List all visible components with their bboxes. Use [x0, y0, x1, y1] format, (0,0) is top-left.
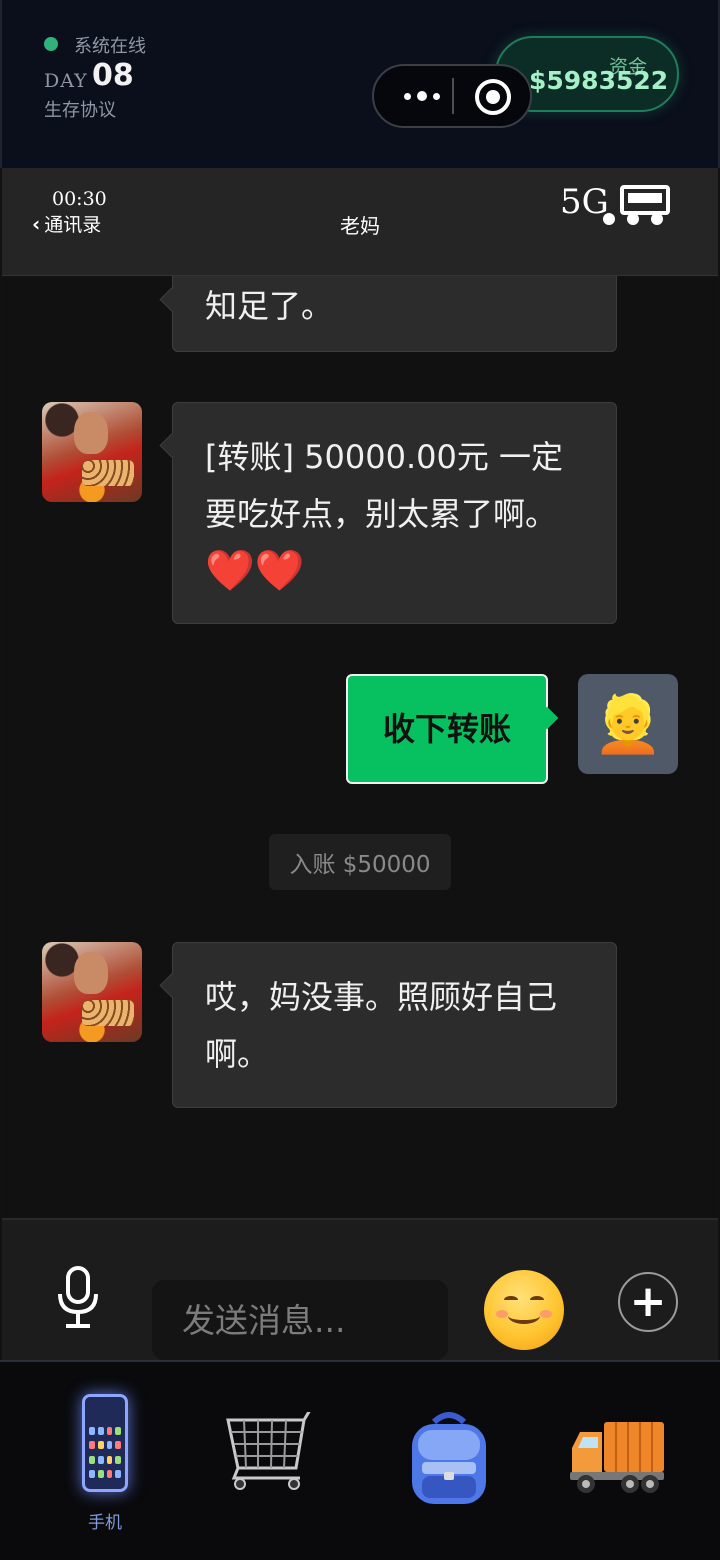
more-dot-icon: [433, 92, 440, 100]
shopping-cart-icon: [226, 1412, 311, 1490]
miniapp-capsule: [372, 64, 532, 128]
app-root: 系统在线 DAY 08 生存协议 资金 $5983522 00:30 ‹ 通讯录…: [0, 0, 720, 1560]
close-miniapp-icon[interactable]: [475, 79, 511, 115]
message-text: 收下转账: [382, 709, 511, 748]
day-label: DAY: [44, 70, 88, 92]
capsule-divider: [452, 78, 454, 114]
more-dot-icon: [627, 213, 639, 225]
microphone-icon[interactable]: [54, 1266, 102, 1330]
bottom-nav: 手机: [0, 1360, 720, 1560]
plus-icon: +: [629, 1276, 667, 1327]
more-dot-icon: [603, 213, 615, 225]
phone-icon: [82, 1394, 128, 1492]
accept-transfer-bubble[interactable]: 收下转账: [346, 674, 548, 784]
more-dot-icon: [404, 92, 411, 100]
nav-item-phone[interactable]: 手机: [30, 1362, 180, 1560]
mom-avatar[interactable]: [42, 402, 142, 502]
funds-value: $5983522: [529, 66, 669, 95]
protocol-label: 生存协议: [44, 100, 116, 121]
message-list[interactable]: 知足了。 [转账] 50000.00元 一定 要吃好点，别太累了啊。 ❤️❤️ …: [2, 276, 718, 1218]
mom-avatar[interactable]: [42, 942, 142, 1042]
game-status-header: 系统在线 DAY 08 生存协议 资金 $5983522: [0, 0, 720, 168]
backpack-icon: [412, 1412, 486, 1504]
more-dot-icon: [651, 213, 663, 225]
truck-icon: [570, 1422, 664, 1493]
message-bubble: 哎，妈没事。照顾好自己 啊。: [172, 942, 617, 1108]
online-status-dot: [44, 37, 58, 51]
message-text-line: 要吃好点，别太累了啊。: [205, 495, 558, 533]
message-text: 知足了。: [205, 286, 334, 325]
system-income-note: 入账 $50000: [269, 834, 451, 890]
nav-item-delivery[interactable]: [550, 1362, 700, 1560]
more-dot-icon: [417, 91, 427, 101]
chat-more-options-button[interactable]: [603, 213, 663, 225]
message-input-bar: +: [2, 1218, 718, 1360]
message-bubble: 知足了。: [172, 276, 617, 352]
message-text-line: 哎，妈没事。照顾好自己: [205, 978, 558, 1016]
avatar-emoji: 👱: [593, 692, 663, 757]
day-number: 08: [92, 58, 134, 93]
status-time: 00:30: [52, 188, 107, 210]
message-text-line: 啊。: [205, 1035, 270, 1073]
transfer-message-bubble[interactable]: [转账] 50000.00元 一定 要吃好点，别太累了啊。 ❤️❤️: [172, 402, 617, 624]
system-note-text: 入账 $50000: [289, 852, 431, 878]
message-text-line: [转账] 50000.00元 一定: [205, 438, 564, 476]
battery-icon: [620, 185, 670, 215]
my-avatar[interactable]: 👱: [578, 674, 678, 774]
nav-label-phone: 手机: [88, 1513, 122, 1533]
add-attachment-button[interactable]: +: [618, 1272, 678, 1332]
nav-item-shop[interactable]: [200, 1362, 340, 1560]
more-options-button[interactable]: [392, 66, 452, 126]
smiling-face-icon: [484, 1270, 564, 1350]
online-status-text: 系统在线: [74, 36, 146, 57]
network-indicator: 5G: [560, 182, 609, 222]
nav-item-backpack[interactable]: [380, 1362, 520, 1560]
emoji-button[interactable]: [484, 1270, 564, 1350]
heart-emoji: ❤️❤️: [205, 548, 305, 594]
message-input[interactable]: [152, 1280, 448, 1360]
